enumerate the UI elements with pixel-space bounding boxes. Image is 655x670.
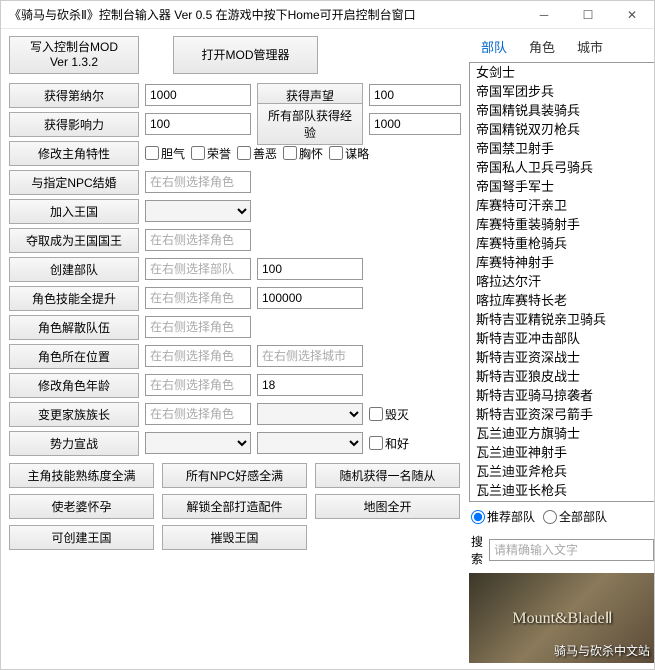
trait-2[interactable]: 善恶: [237, 145, 277, 162]
bottom-button-grid: 主角技能熟练度全满 所有NPC好感全满 随机获得一名随从 使老婆怀孕 解锁全部打…: [9, 463, 461, 550]
declare-war-button[interactable]: 势力宣战: [9, 431, 139, 456]
tab-bar: 部队 角色 城市: [469, 33, 654, 62]
skill-role-input[interactable]: [145, 287, 251, 309]
skill-value-input[interactable]: [257, 287, 363, 309]
all-xp-button[interactable]: 所有部队获得经验: [257, 103, 363, 145]
party-select-input[interactable]: [145, 258, 251, 280]
war-select-2[interactable]: [257, 432, 363, 454]
random-companion-button[interactable]: 随机获得一名随从: [315, 463, 460, 488]
destroy-checkbox[interactable]: 毁灭: [369, 406, 409, 423]
clan-select[interactable]: [257, 403, 363, 425]
write-mod-button[interactable]: 写入控制台MOD Ver 1.3.2: [9, 36, 139, 74]
search-row: 搜索: [469, 531, 654, 569]
promo-subtitle: 骑马与砍杀中文站: [554, 642, 650, 659]
seize-role-input[interactable]: [145, 229, 251, 251]
position-button[interactable]: 角色所在位置: [9, 344, 139, 369]
titlebar: 《骑马与砍杀Ⅱ》控制台输入器 Ver 0.5 在游戏中按下Home可开启控制台窗…: [1, 1, 654, 29]
list-item[interactable]: 帝国弩手军士: [470, 177, 654, 196]
search-input[interactable]: [489, 539, 654, 561]
list-item[interactable]: 瓦兰迪亚神射手: [470, 443, 654, 462]
maximize-button[interactable]: ☐: [566, 1, 610, 29]
join-kingdom-button[interactable]: 加入王国: [9, 199, 139, 224]
trait-1[interactable]: 荣誉: [191, 145, 231, 162]
list-item[interactable]: 斯特吉亚资深弓箭手: [470, 405, 654, 424]
npc-favor-button[interactable]: 所有NPC好感全满: [162, 463, 307, 488]
unlock-crafting-button[interactable]: 解锁全部打造配件: [162, 494, 307, 519]
main-window: 《骑马与砍杀Ⅱ》控制台输入器 Ver 0.5 在游戏中按下Home可开启控制台窗…: [0, 0, 655, 670]
get-denar-button[interactable]: 获得第纳尔: [9, 83, 139, 108]
promo-image: Mount&BladeⅡ 骑马与砍杀中文站: [469, 573, 654, 663]
trait-3[interactable]: 胸怀: [283, 145, 323, 162]
list-item[interactable]: 帝国军团步兵: [470, 82, 654, 101]
content-area: 写入控制台MOD Ver 1.3.2 打开MOD管理器 获得第纳尔 获得声望 获…: [1, 29, 654, 669]
trait-0[interactable]: 胆气: [145, 145, 185, 162]
list-item[interactable]: 瓦兰迪亚长枪兵: [470, 481, 654, 500]
change-age-button[interactable]: 修改角色年龄: [9, 373, 139, 398]
right-panel: 部队 角色 城市 女剑士帝国军团步兵帝国精锐具装骑兵帝国精锐双刃枪兵帝国禁卫射手…: [469, 29, 654, 669]
list-item[interactable]: 帝国私人卫兵弓骑兵: [470, 158, 654, 177]
modify-traits-button[interactable]: 修改主角特性: [9, 141, 139, 166]
list-item[interactable]: 斯特吉亚冲击部队: [470, 329, 654, 348]
filter-radios: 推荐部队 全部部队: [469, 502, 654, 531]
list-item[interactable]: 斯特吉亚精锐亲卫骑兵: [470, 310, 654, 329]
change-clan-leader-button[interactable]: 变更家族族长: [9, 402, 139, 427]
close-button[interactable]: ✕: [610, 1, 654, 29]
list-item[interactable]: 帝国精锐具装骑兵: [470, 101, 654, 120]
window-title: 《骑马与砍杀Ⅱ》控制台输入器 Ver 0.5 在游戏中按下Home可开启控制台窗…: [9, 6, 522, 23]
get-influence-button[interactable]: 获得影响力: [9, 112, 139, 137]
peace-checkbox[interactable]: 和好: [369, 435, 409, 452]
trait-4[interactable]: 谋略: [329, 145, 369, 162]
skill-mastery-button[interactable]: 主角技能熟练度全满: [9, 463, 154, 488]
list-item[interactable]: 斯特吉亚资深战士: [470, 348, 654, 367]
disband-role-input[interactable]: [145, 316, 251, 338]
list-item[interactable]: 喀拉达尔汗: [470, 272, 654, 291]
window-buttons: ─ ☐ ✕: [522, 1, 654, 29]
seize-king-button[interactable]: 夺取成为王国国王: [9, 228, 139, 253]
skill-boost-button[interactable]: 角色技能全提升: [9, 286, 139, 311]
list-item[interactable]: 斯特吉亚狼皮战士: [470, 367, 654, 386]
list-item[interactable]: 斯特吉亚骑马掠袭者: [470, 386, 654, 405]
create-party-button[interactable]: 创建部队: [9, 257, 139, 282]
troop-listbox[interactable]: 女剑士帝国军团步兵帝国精锐具装骑兵帝国精锐双刃枪兵帝国禁卫射手帝国私人卫兵弓骑兵…: [469, 62, 654, 502]
age-role-input[interactable]: [145, 374, 251, 396]
party-count-input[interactable]: [257, 258, 363, 280]
disband-button[interactable]: 角色解散队伍: [9, 315, 139, 340]
left-panel: 写入控制台MOD Ver 1.3.2 打开MOD管理器 获得第纳尔 获得声望 获…: [1, 29, 469, 669]
denar-input[interactable]: [145, 84, 251, 106]
radio-all[interactable]: 全部部队: [543, 508, 607, 525]
radio-recommended[interactable]: 推荐部队: [471, 508, 535, 525]
create-kingdom-button[interactable]: 可创建王国: [9, 525, 154, 550]
tab-characters[interactable]: 角色: [525, 35, 559, 58]
list-item[interactable]: 女剑士: [470, 63, 654, 82]
reveal-map-button[interactable]: 地图全开: [315, 494, 460, 519]
promo-title: Mount&BladeⅡ: [512, 608, 612, 628]
list-item[interactable]: 库赛特重枪骑兵: [470, 234, 654, 253]
list-item[interactable]: 喀拉库赛特长老: [470, 291, 654, 310]
renown-input[interactable]: [369, 84, 461, 106]
list-item[interactable]: 帝国禁卫射手: [470, 139, 654, 158]
position-role-input[interactable]: [145, 345, 251, 367]
list-item[interactable]: 瓦兰迪亚斧枪兵: [470, 462, 654, 481]
list-item[interactable]: 瓦兰迪亚方旗骑士: [470, 424, 654, 443]
position-city-input[interactable]: [257, 345, 363, 367]
list-item[interactable]: 库赛特神射手: [470, 253, 654, 272]
join-kingdom-select[interactable]: [145, 200, 251, 222]
wife-pregnant-button[interactable]: 使老婆怀孕: [9, 494, 154, 519]
tab-cities[interactable]: 城市: [573, 35, 607, 58]
war-select-1[interactable]: [145, 432, 251, 454]
search-label: 搜索: [471, 533, 483, 567]
minimize-button[interactable]: ─: [522, 1, 566, 29]
list-item[interactable]: 帝国精锐双刃枪兵: [470, 120, 654, 139]
marry-npc-button[interactable]: 与指定NPC结婚: [9, 170, 139, 195]
list-item[interactable]: 库赛特重装骑射手: [470, 215, 654, 234]
destroy-kingdom-button[interactable]: 摧毁王国: [162, 525, 307, 550]
tab-troops[interactable]: 部队: [477, 35, 511, 58]
list-item[interactable]: 库赛特可汗亲卫: [470, 196, 654, 215]
clan-role-input[interactable]: [145, 403, 251, 425]
marry-role-input[interactable]: [145, 171, 251, 193]
open-mod-manager-button[interactable]: 打开MOD管理器: [173, 36, 318, 74]
age-value-input[interactable]: [257, 374, 363, 396]
xp-input[interactable]: [369, 113, 461, 135]
influence-input[interactable]: [145, 113, 251, 135]
